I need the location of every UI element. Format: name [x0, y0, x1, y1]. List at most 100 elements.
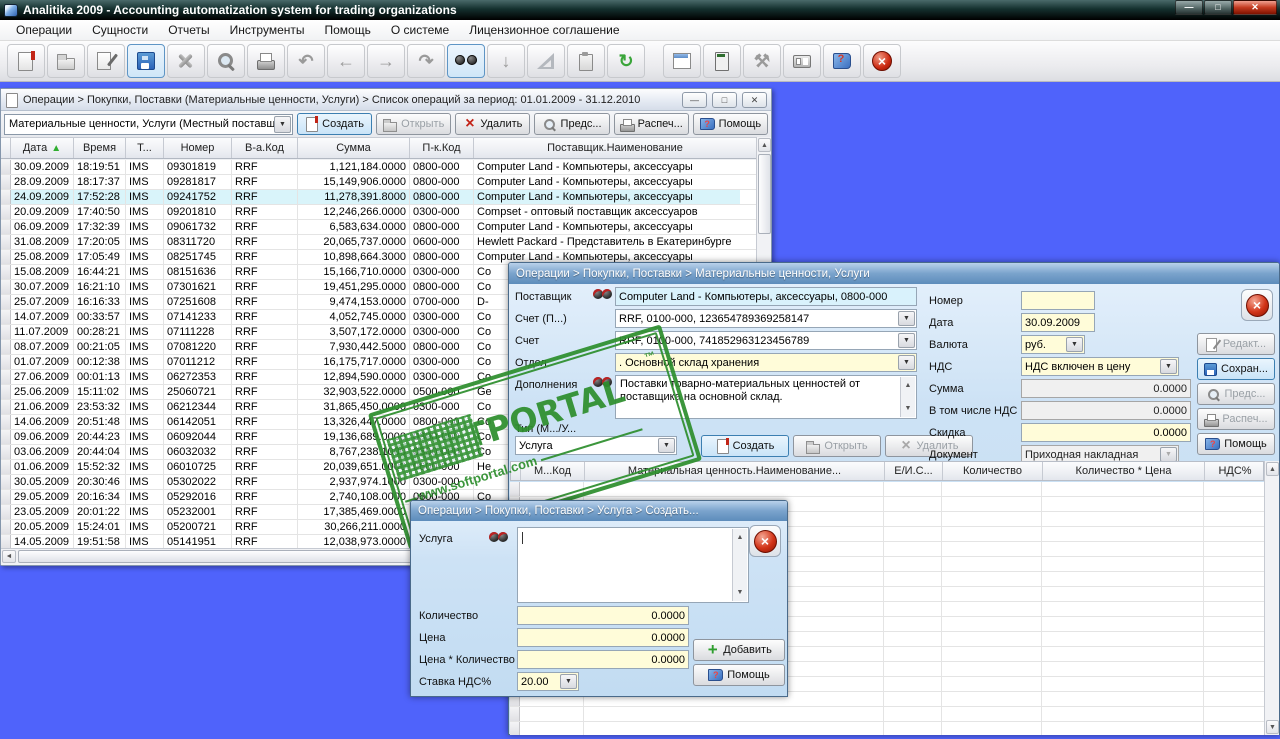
chevron-down-icon[interactable] — [658, 438, 675, 453]
row-selector[interactable] — [1, 520, 11, 534]
help-button[interactable]: Помощь — [1197, 433, 1275, 455]
scroll-down-icon[interactable]: ▼ — [737, 586, 744, 599]
table-row[interactable]: 28.09.2009 18:17:37 IMS 09281817 RRF 15,149,9… — [1, 175, 756, 190]
undo-button[interactable]: ↶ — [287, 44, 325, 78]
quantity-input[interactable]: 0.0000 — [517, 606, 689, 625]
row-selector[interactable] — [1, 220, 11, 234]
table-row[interactable]: 20.09.2009 17:40:50 IMS 09201810 RRF 12,246,2… — [1, 205, 756, 220]
row-selector[interactable] — [1, 415, 11, 429]
scroll-up-icon[interactable]: ▲ — [1266, 462, 1279, 476]
add-button[interactable]: Добавить — [693, 639, 785, 661]
window-close-button[interactable]: ✕ — [742, 91, 767, 108]
table-row[interactable]: 24.09.2009 17:52:28 IMS 09241752 RRF 11,278,3… — [1, 190, 756, 205]
menu-item-2[interactable]: Отчеты — [158, 21, 219, 39]
row-selector[interactable] — [1, 310, 11, 324]
row-selector[interactable] — [1, 250, 11, 264]
binoculars-icon[interactable] — [489, 531, 508, 544]
column-header-supplier-name[interactable]: Поставщик.Наименование — [474, 138, 756, 158]
row-selector[interactable] — [1, 280, 11, 294]
binoculars-icon[interactable] — [593, 288, 612, 301]
open-button[interactable] — [47, 44, 85, 78]
preview-button[interactable]: Предс... — [534, 113, 610, 135]
number-input[interactable] — [1021, 291, 1095, 310]
help-button[interactable] — [823, 44, 861, 78]
refresh-button[interactable]: ↻ — [607, 44, 645, 78]
print-button[interactable] — [247, 44, 285, 78]
menu-item-3[interactable]: Инструменты — [220, 21, 315, 39]
row-selector[interactable] — [1, 355, 11, 369]
column-header-t[interactable]: Т... — [126, 138, 164, 158]
chevron-down-icon[interactable] — [1160, 359, 1177, 374]
binoculars-icon[interactable] — [593, 376, 612, 389]
operation-type-combo[interactable]: Материальные ценности, Услуги (Местный п… — [4, 113, 293, 135]
new-button[interactable] — [7, 44, 45, 78]
item-open-button[interactable]: Открыть — [793, 435, 881, 457]
download-button[interactable]: ↓ — [487, 44, 525, 78]
row-selector[interactable] — [1, 490, 11, 504]
chevron-down-icon[interactable] — [274, 115, 291, 133]
scroll-left-icon[interactable]: ◄ — [2, 550, 16, 563]
vat-combo[interactable]: НДС включен в цену — [1021, 357, 1179, 376]
menu-item-4[interactable]: Помощь — [315, 21, 381, 39]
discount-input[interactable]: 0.0000 — [1021, 423, 1191, 442]
row-selector[interactable] — [1, 235, 11, 249]
back-button[interactable]: ← — [327, 44, 365, 78]
row-selector[interactable] — [1, 445, 11, 459]
item-create-button[interactable]: Создать — [701, 435, 789, 457]
column-header-sum[interactable]: Сумма — [298, 138, 410, 158]
type-combo[interactable]: Услуга — [515, 436, 677, 455]
row-selector[interactable] — [1, 385, 11, 399]
items-table-row[interactable] — [510, 722, 1264, 735]
chevron-down-icon[interactable] — [898, 333, 915, 348]
row-selector[interactable] — [510, 707, 520, 721]
row-selector[interactable] — [1, 340, 11, 354]
account-combo[interactable]: RRF, 0100-000, 741852963123456789 — [615, 331, 917, 350]
create-button[interactable]: Создать — [297, 113, 373, 135]
currency-combo[interactable]: руб. — [1021, 335, 1085, 354]
chevron-down-icon[interactable] — [560, 674, 577, 689]
scroll-up-icon[interactable]: ▲ — [737, 531, 744, 544]
search-button[interactable] — [207, 44, 245, 78]
row-selector[interactable] — [1, 505, 11, 519]
preview-button[interactable]: Предс... — [1197, 383, 1275, 405]
account-p-combo[interactable]: RRF, 0100-000, 123654789369258147 — [615, 309, 917, 328]
row-selector[interactable] — [1, 535, 11, 549]
column-header-item-code[interactable]: М...Код — [521, 462, 585, 480]
menu-item-1[interactable]: Сущности — [82, 21, 158, 39]
print-button[interactable]: Распеч... — [613, 113, 689, 135]
restore-button[interactable]: □ — [1204, 0, 1232, 15]
column-header-supplier-code[interactable]: П-к.Код — [410, 138, 474, 158]
table-row[interactable]: 30.09.2009 18:19:51 IMS 09301819 RRF 1,121,18… — [1, 160, 756, 175]
menu-item-5[interactable]: О системе — [381, 21, 459, 39]
column-header-time[interactable]: Время — [74, 138, 126, 158]
column-header-date[interactable]: Дата — [11, 138, 74, 158]
table-row[interactable]: 31.08.2009 17:20:05 IMS 08311720 RRF 20,065,7… — [1, 235, 756, 250]
calendar-button[interactable] — [663, 44, 701, 78]
exit-button[interactable] — [863, 44, 901, 78]
column-header-unit[interactable]: Е/И.С... — [885, 462, 943, 480]
items-table-row[interactable] — [510, 707, 1264, 722]
row-selector[interactable] — [1, 460, 11, 474]
chevron-down-icon[interactable] — [898, 311, 915, 326]
edit-button[interactable]: Редакт... — [1197, 333, 1275, 355]
row-selector[interactable] — [1, 295, 11, 309]
additions-textarea[interactable]: Поставки товарно-материальных ценностей … — [615, 375, 917, 419]
close-button[interactable]: ✕ — [1233, 0, 1277, 15]
dialog-close-button[interactable]: × — [749, 525, 781, 557]
textarea-scrollbar[interactable]: ▲ ▼ — [900, 377, 915, 417]
help-button[interactable]: Помощь — [693, 664, 785, 686]
column-header-number[interactable]: Номер — [164, 138, 232, 158]
column-header-vat[interactable]: НДС% — [1205, 462, 1265, 480]
scrollbar-thumb[interactable] — [758, 154, 771, 234]
calculator-button[interactable] — [703, 44, 741, 78]
paste-button[interactable] — [567, 44, 605, 78]
column-header-currency-code[interactable]: В-а.Код — [232, 138, 298, 158]
row-selector[interactable] — [1, 205, 11, 219]
forward-button[interactable]: → — [367, 44, 405, 78]
window-minimize-button[interactable]: — — [682, 91, 707, 108]
scroll-down-icon[interactable]: ▼ — [905, 402, 912, 415]
edit-button[interactable] — [87, 44, 125, 78]
items-table-row[interactable] — [510, 482, 1264, 497]
row-selector[interactable] — [1, 400, 11, 414]
service-textarea[interactable]: ▲ ▼ — [517, 527, 749, 603]
